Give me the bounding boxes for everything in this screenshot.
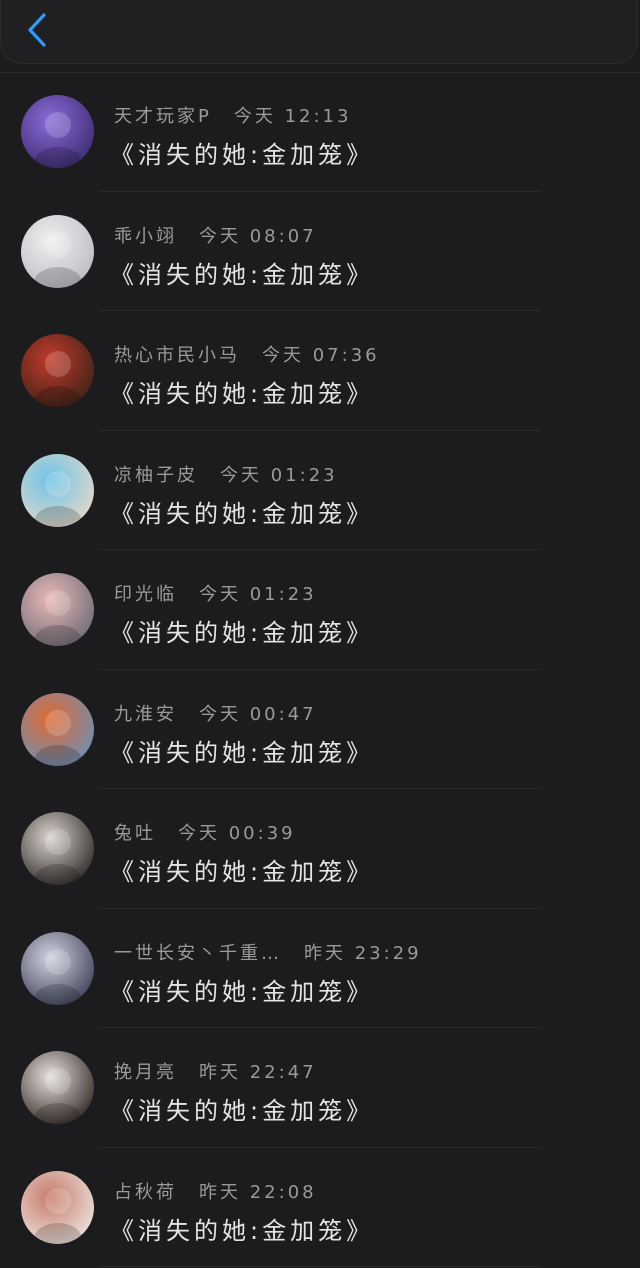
message-meta: 乖小翊 今天 08:07 [114,222,317,248]
list-item[interactable]: 九淮安 今天 00:47 《消失的她:金加笼》 [0,670,640,790]
avatar[interactable] [21,1051,94,1124]
username[interactable]: 热心市民小马 [114,341,240,367]
message-meta: 一世长安丶千重… 昨天 23:29 [114,939,422,965]
chevron-left-icon [28,13,46,47]
list-item[interactable]: 一世长安丶千重… 昨天 23:29 《消失的她:金加笼》 [0,909,640,1029]
list-item[interactable]: 热心市民小马 今天 07:36 《消失的她:金加笼》 [0,311,640,431]
back-button[interactable] [19,10,55,50]
username[interactable]: 乖小翊 [114,222,177,248]
avatar[interactable] [21,214,94,288]
username[interactable]: 九淮安 [114,700,177,726]
list-item[interactable]: 凉柚子皮 今天 01:23 《消失的她:金加笼》 [0,431,640,551]
timestamp: 昨天 22:47 [199,1062,317,1083]
list-item[interactable]: 兔吐 今天 00:39 《消失的她:金加笼》 [0,789,640,909]
message-meta: 九淮安 今天 00:47 [114,700,317,726]
avatar[interactable] [21,453,94,527]
avatar[interactable] [21,1170,94,1244]
message-meta: 兔吐 今天 00:39 [114,819,296,845]
timestamp: 今天 07:36 [262,345,380,366]
list-item[interactable]: 挽月亮 昨天 22:47 《消失的她:金加笼》 [0,1028,640,1148]
timestamp: 昨天 22:08 [199,1181,317,1203]
message-text: 《消失的她:金加笼》 [110,858,375,886]
avatar[interactable] [21,692,94,766]
avatar[interactable] [21,95,94,168]
top-bar [0,0,638,64]
message-text: 《消失的她:金加笼》 [110,977,375,1006]
timestamp: 今天 01:23 [199,584,317,605]
message-text: 《消失的她:金加笼》 [110,499,375,528]
username[interactable]: 印光临 [114,580,177,606]
message-meta: 印光临 今天 01:23 [114,580,317,606]
username[interactable]: 天才玩家P [114,102,212,128]
username[interactable]: 挽月亮 [114,1058,177,1084]
message-meta: 天才玩家P 今天 12:13 [114,102,351,128]
message-meta: 占秋荷 昨天 22:08 [114,1178,317,1204]
list-item[interactable]: 天才玩家P 今天 12:13 《消失的她:金加笼》 [0,72,640,192]
timestamp: 今天 00:39 [178,823,296,844]
avatar[interactable] [21,573,94,646]
message-text: 《消失的她:金加笼》 [110,260,375,289]
message-list: 天才玩家P 今天 12:13 《消失的她:金加笼》 乖小翊 今天 08:07 《消失的她:… [0,72,640,1267]
list-item[interactable]: 占秋荷 昨天 22:08 《消失的她:金加笼》 [0,1148,640,1268]
message-text: 《消失的她:金加笼》 [110,619,375,647]
message-meta: 热心市民小马 今天 07:36 [114,341,380,367]
message-text: 《消失的她:金加笼》 [110,380,375,408]
message-text: 《消失的她:金加笼》 [110,1216,375,1245]
message-meta: 凉柚子皮 今天 01:23 [114,461,338,487]
timestamp: 今天 00:47 [199,703,317,725]
timestamp: 今天 12:13 [233,106,352,127]
avatar[interactable] [21,812,94,885]
list-item[interactable]: 乖小翊 今天 08:07 《消失的她:金加笼》 [0,192,640,312]
username[interactable]: 占秋荷 [114,1178,177,1204]
avatar[interactable] [21,931,94,1005]
message-meta: 挽月亮 昨天 22:47 [114,1058,317,1084]
timestamp: 昨天 23:29 [304,942,422,964]
timestamp: 今天 01:23 [220,464,338,486]
message-text: 《消失的她:金加笼》 [110,1097,375,1125]
avatar[interactable] [21,334,94,407]
timestamp: 今天 08:07 [199,225,317,247]
username[interactable]: 一世长安丶千重… [114,939,282,965]
username[interactable]: 兔吐 [114,819,156,845]
message-text: 《消失的她:金加笼》 [110,141,375,169]
list-item[interactable]: 印光临 今天 01:23 《消失的她:金加笼》 [0,550,640,670]
message-text: 《消失的她:金加笼》 [110,738,375,767]
username[interactable]: 凉柚子皮 [114,461,198,487]
